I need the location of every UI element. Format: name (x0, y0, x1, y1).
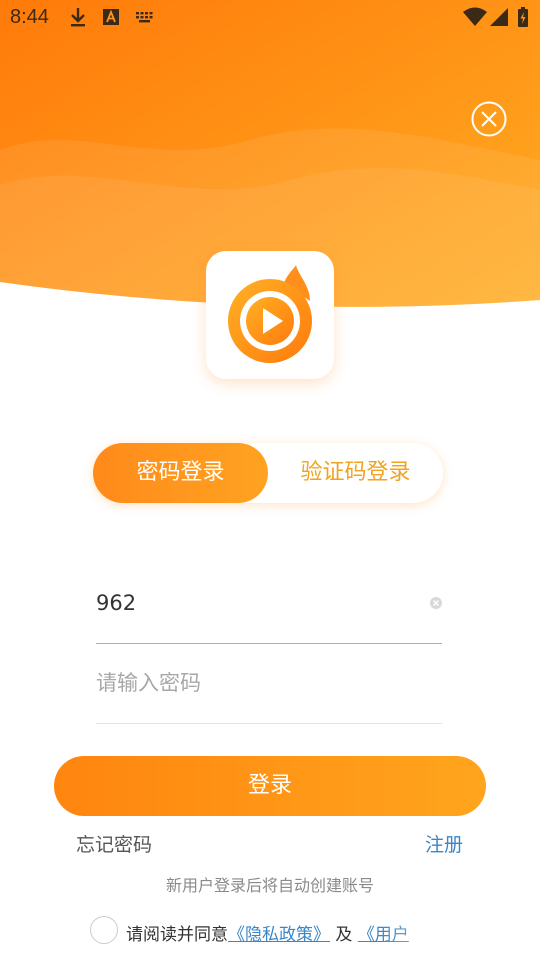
agreement-prefix: 请阅读并同意 (126, 925, 228, 945)
username-input[interactable] (96, 583, 416, 623)
auto-register-hint: 新用户登录后将自动创建账号 (165, 876, 374, 895)
status-time: 8:44 (10, 6, 49, 28)
login-mode-switch: 密码登录 验证码登录 (93, 443, 443, 503)
font-a-icon (103, 9, 119, 25)
login-button[interactable]: 登录 (54, 756, 486, 816)
battery-charging-icon (518, 7, 528, 27)
wifi-icon (463, 7, 487, 26)
download-icon (71, 8, 85, 27)
agreement-row: 请阅读并同意《隐私政策》 及 《用户 (90, 916, 540, 950)
forgot-password-link[interactable]: 忘记密码 (76, 830, 152, 857)
password-input[interactable] (96, 663, 416, 703)
agreement-joiner: 及 (330, 925, 358, 945)
agreement-text: 请阅读并同意《隐私政策》 及 《用户 (126, 920, 409, 945)
register-link[interactable]: 注册 (425, 830, 463, 857)
signal-icon (490, 8, 508, 26)
flame-play-logo-icon (228, 265, 312, 363)
tab-password-login[interactable]: 密码登录 (93, 443, 268, 503)
close-button[interactable] (470, 100, 508, 138)
keyboard-icon (136, 12, 153, 23)
app-logo (206, 251, 334, 379)
agree-checkbox[interactable] (90, 916, 118, 944)
clear-input-icon[interactable] (429, 596, 443, 610)
username-field (96, 563, 442, 644)
status-bar: 8:44 (0, 0, 540, 36)
tab-code-login[interactable]: 验证码登录 (268, 443, 443, 503)
close-icon (481, 111, 497, 127)
privacy-policy-link[interactable]: 《隐私政策》 (228, 925, 330, 945)
agreement-fade-overlay (380, 916, 540, 950)
password-field (96, 643, 442, 724)
